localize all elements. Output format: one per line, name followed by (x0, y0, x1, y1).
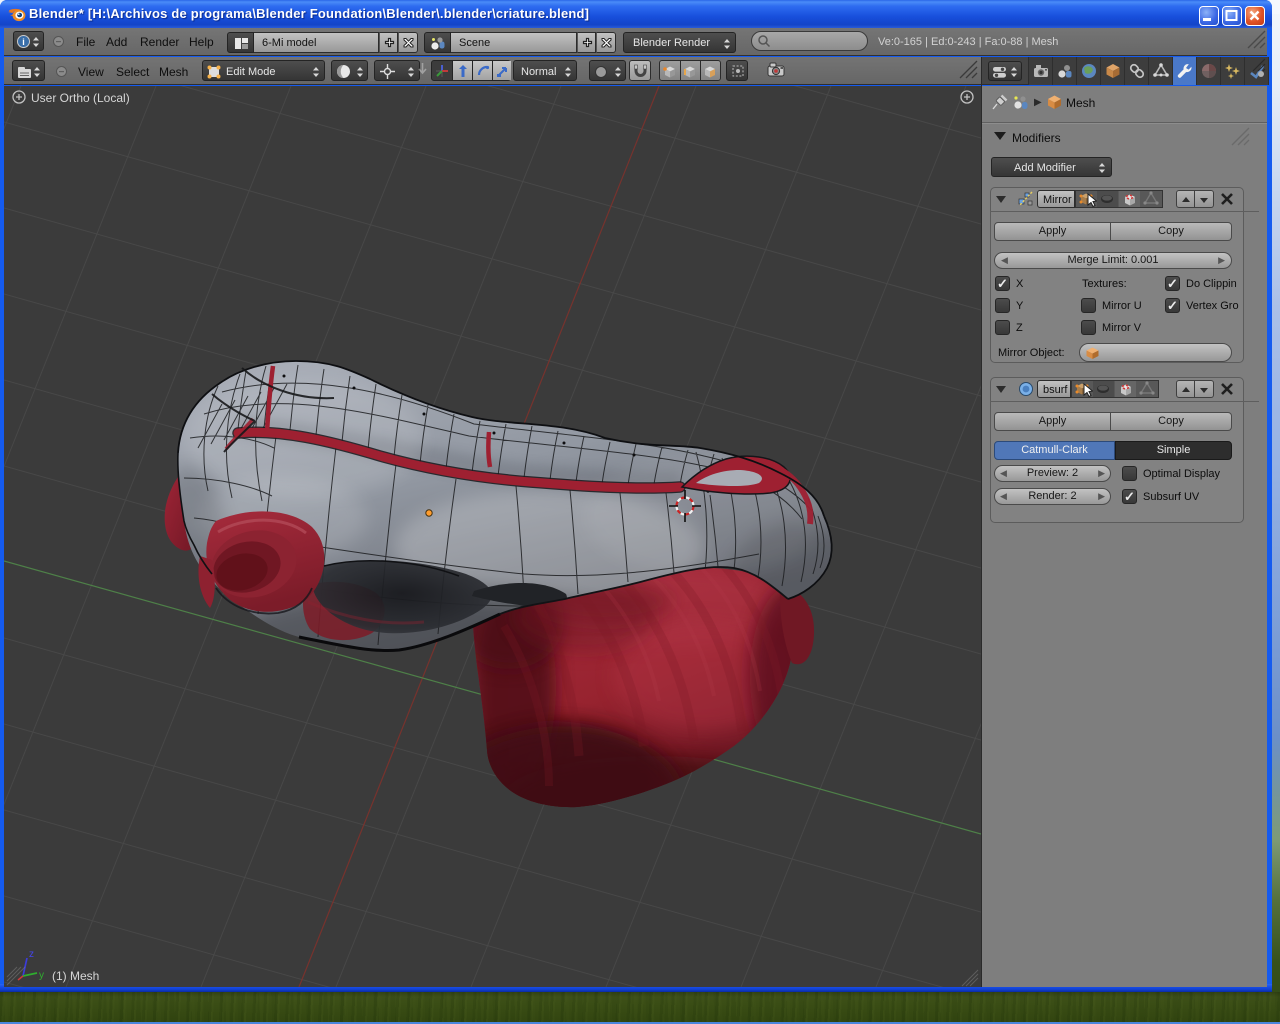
svg-text:(1) Mesh: (1) Mesh (52, 969, 99, 983)
svg-text:z: z (29, 949, 34, 960)
svg-text:User Ortho (Local): User Ortho (Local) (31, 91, 130, 105)
svg-text:y: y (39, 970, 44, 981)
svg-text:i: i (22, 37, 25, 47)
